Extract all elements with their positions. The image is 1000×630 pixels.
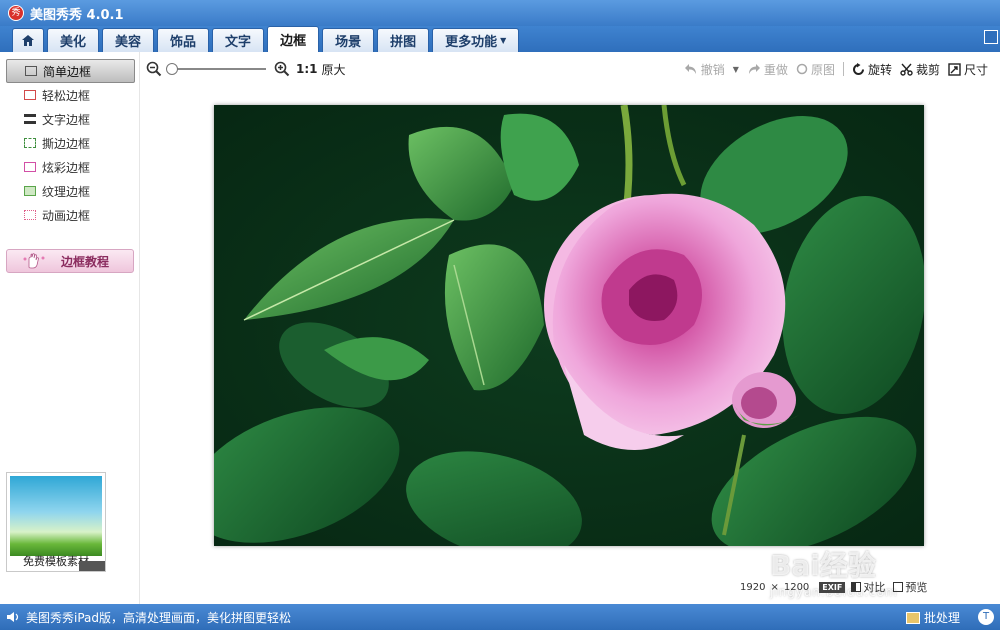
resize-button[interactable]: 尺寸 [948,61,988,78]
free-template-thumbnail[interactable]: 免费模板素材 [6,472,106,572]
app-title: 美图秀秀 4.0.1 [30,7,124,23]
preview-icon [893,582,904,592]
original-size-label[interactable]: 原大 [322,61,346,78]
speaker-icon [7,612,19,622]
sidebar-item-label: 撕边边框 [42,136,91,151]
text-frame-icon [24,114,36,124]
tab-text[interactable]: 文字 [212,28,265,52]
sidebar-item-texture-frame[interactable]: 纹理边框 [6,179,135,203]
rotate-icon [852,62,864,75]
zoom-slider-handle[interactable] [166,63,178,75]
original-image-label: 原图 [810,62,835,77]
compare-icon [851,582,862,592]
crop-label: 裁剪 [915,62,940,77]
animated-frame-icon [24,210,36,220]
chevron-down-icon: ▼ [500,36,507,45]
tab-accessories[interactable]: 饰品 [157,28,210,52]
rotate-button[interactable]: 旋转 [852,61,892,78]
tab-beautify[interactable]: 美化 [47,28,100,52]
redo-label: 重做 [763,62,788,77]
sidebar-item-text-frame[interactable]: 文字边框 [6,107,135,131]
home-icon [22,35,34,46]
rotate-label: 旋转 [867,62,892,77]
image-info-bar: 1920 × 1200 EXIF 对比 预览 [740,578,996,596]
status-message[interactable]: 美图秀秀iPad版，高清处理画面，美化拼图更轻松 [26,609,291,626]
undo-history-chevron-icon[interactable]: ▼ [733,65,739,74]
title-bar: 秀 美图秀秀 4.0.1 [0,0,1000,26]
toolbar-divider [842,62,844,76]
status-bar: 美图秀秀iPad版，高清处理画面，美化拼图更轻松 批处理 T [0,604,1000,630]
image-toolbar: 1:1 原大 撤销 ▼ 重做 原图 旋转 裁剪 尺寸 [140,52,1000,86]
torn-frame-icon [24,138,36,148]
app-logo-icon: 秀 [8,5,24,21]
sidebar-item-label: 简单边框 [43,64,92,79]
sidebar-item-label: 炫彩边框 [42,160,91,175]
scissors-icon [900,63,913,76]
tab-collage[interactable]: 拼图 [377,28,430,52]
zoom-in-icon[interactable] [274,61,290,77]
sidebar-item-label: 动画边框 [42,208,91,223]
batch-label: 批处理 [923,611,960,625]
compare-button[interactable]: 对比 [851,579,885,595]
sidebar-item-label: 文字边框 [42,112,91,127]
resize-icon [948,62,961,76]
tab-scene[interactable]: 场景 [322,28,375,52]
sidebar-item-easy-frame[interactable]: 轻松边框 [6,83,135,107]
frame-tutorial-label: 边框教程 [61,254,110,269]
batch-icon [905,611,920,624]
image-height: 1200 [783,581,810,593]
resize-label: 尺寸 [963,62,988,77]
free-template-image [10,476,102,556]
edit-tools: 撤销 ▼ 重做 原图 旋转 裁剪 尺寸 [676,52,988,86]
undo-icon [684,64,696,74]
main-tab-bar: 美化 美容 饰品 文字 边框 场景 拼图 更多功能 ▼ [0,26,1000,52]
preview-label: 预览 [905,581,928,594]
hand-icon [23,253,45,269]
undo-label: 撤销 [700,62,725,77]
preview-button[interactable]: 预览 [893,579,927,595]
easy-frame-icon [24,90,36,100]
frame-tutorial-button[interactable]: 边框教程 [6,249,134,273]
simple-frame-icon [25,66,37,76]
sidebar-item-colorful-frame[interactable]: 炫彩边框 [6,155,135,179]
tab-more-label: 更多功能 [445,35,498,50]
batch-process-button[interactable]: 批处理 [905,609,960,626]
exif-button[interactable]: EXIF [819,581,846,593]
compare-label: 对比 [863,581,886,594]
sidebar-item-simple-frame[interactable]: 简单边框 [6,59,135,83]
tab-frame[interactable]: 边框 [267,26,320,52]
sidebar-item-label: 轻松边框 [42,88,91,103]
zoom-slider-track [170,68,266,70]
workspace: 简单边框 轻松边框 文字边框 撕边边框 炫彩边框 纹理边框 动画边框 边框教程 … [0,52,1000,604]
window-restore-button[interactable] [984,30,998,44]
undo-button[interactable]: 撤销 [684,61,725,78]
dimension-separator: × [770,581,779,593]
texture-frame-icon [24,186,36,196]
colorful-frame-icon [24,162,36,172]
tab-face[interactable]: 美容 [102,28,155,52]
original-image-icon [796,63,808,75]
actual-size-button[interactable]: 1:1 [296,62,318,76]
rose-photo [214,105,924,546]
tab-home[interactable] [12,28,44,52]
free-template-tag [79,561,105,571]
frame-category-sidebar: 简单边框 轻松边框 文字边框 撕边边框 炫彩边框 纹理边框 动画边框 边框教程 … [0,52,140,604]
crop-button[interactable]: 裁剪 [900,61,940,78]
photo-canvas[interactable] [214,105,924,546]
zoom-slider[interactable] [166,62,270,76]
sidebar-item-animated-frame[interactable]: 动画边框 [6,203,135,227]
redo-button[interactable]: 重做 [747,61,788,78]
tab-more-features[interactable]: 更多功能 ▼ [432,28,520,52]
status-right-icon[interactable]: T [978,609,994,625]
sidebar-item-torn-frame[interactable]: 撕边边框 [6,131,135,155]
original-image-button[interactable]: 原图 [796,61,835,78]
sidebar-item-label: 纹理边框 [42,184,91,199]
image-width: 1920 [740,581,766,593]
zoom-out-icon[interactable] [146,61,162,77]
redo-icon [748,64,760,74]
